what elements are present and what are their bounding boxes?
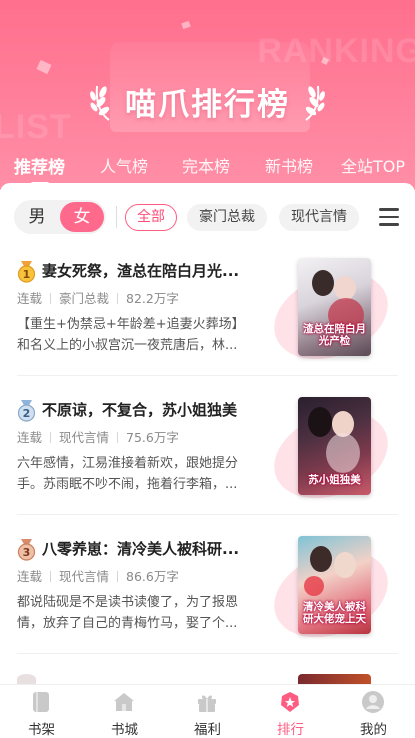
- book-list-item[interactable]: 1 妻女死祭，渣总在陪白月光... 连载 豪门总裁 82.2万字 【重生+伪禁忌+年…: [0, 256, 415, 398]
- book-word-count: 75.6万字: [126, 430, 179, 445]
- book-genre: 现代言情: [59, 569, 110, 584]
- cover-title: 渣总在陪白月光产检: [303, 323, 366, 347]
- laurel-left-icon: [90, 85, 110, 121]
- next-book-peek: [17, 674, 257, 684]
- nav-welfare[interactable]: 福利: [166, 685, 249, 738]
- book-title[interactable]: 不原谅，不复合，苏小姐独美: [42, 399, 257, 420]
- book-cover[interactable]: 清冷美人被科研大佬宠上天: [298, 536, 371, 634]
- book-description: 都说陆砚是不是读书读傻了，为了报恩情，放弃了自己的青梅竹马，娶了个...: [17, 595, 239, 631]
- ranking-tabs: 推荐榜 人气榜 完本榜 新书榜 全站TOP: [0, 150, 415, 180]
- cover-title: 苏小姐独美: [308, 474, 361, 486]
- nav-label: 书城: [111, 722, 138, 738]
- list-divider: [17, 514, 398, 515]
- gold-medal-icon: 1: [17, 261, 36, 283]
- tab-new-books[interactable]: 新书榜: [265, 153, 313, 177]
- tab-site-top[interactable]: 全站TOP: [341, 153, 405, 177]
- rank-number: 2: [23, 407, 31, 420]
- tab-popular[interactable]: 人气榜: [100, 153, 148, 177]
- nav-ranking[interactable]: 排行: [249, 685, 332, 738]
- book-list-item[interactable]: 3 八零养崽：清冷美人被科研... 连载 现代言情 86.6万字 都说陆砚是不是读书…: [0, 534, 415, 676]
- book-status: 连载: [17, 569, 43, 584]
- nav-bookstore[interactable]: 书城: [83, 685, 166, 738]
- book-word-count: 82.2万字: [126, 291, 179, 306]
- bookstore-home-icon: [114, 693, 134, 711]
- book-description: 【重生+伪禁忌+年龄差+追妻火葬场】和名义上的小叔宫沉一夜荒唐后，林...: [17, 317, 245, 353]
- book-status: 连载: [17, 291, 43, 306]
- page-title-area: 喵爪排行榜: [0, 78, 415, 124]
- nav-label: 书架: [28, 722, 55, 738]
- book-genre: 现代言情: [59, 430, 110, 445]
- rank-number: 3: [23, 546, 31, 559]
- book-cover[interactable]: 渣总在陪白月光产检: [298, 258, 371, 356]
- profile-icon: [362, 691, 384, 713]
- more-categories-menu-icon[interactable]: [379, 208, 399, 226]
- book-title[interactable]: 妻女死祭，渣总在陪白月光...: [42, 260, 257, 281]
- cover-title: 清冷美人被科研大佬宠上天: [303, 601, 366, 625]
- nav-label: 排行: [277, 722, 304, 738]
- category-chip-all[interactable]: 全部: [125, 204, 177, 231]
- book-title[interactable]: 八零养崽：清冷美人被科研...: [42, 538, 257, 559]
- book-status: 连载: [17, 430, 43, 445]
- book-meta: 连载 豪门总裁 82.2万字: [17, 288, 179, 307]
- book-list-item[interactable]: 2 不原谅，不复合，苏小姐独美 连载 现代言情 75.6万字 六年感情，江易淮接着新…: [0, 395, 415, 537]
- bookshelf-icon: [33, 692, 49, 712]
- book-description: 六年感情，江易淮接着新欢，跟她提分手。苏雨眠不吵不闹，拖着行李箱，...: [17, 456, 239, 492]
- book-genre: 豪门总裁: [59, 291, 110, 306]
- list-divider: [17, 375, 398, 376]
- category-chip-ceo-romance[interactable]: 豪门总裁: [187, 204, 267, 231]
- laurel-right-icon: [305, 85, 325, 121]
- book-word-count: 86.6万字: [126, 569, 179, 584]
- ranking-header: RANKING LIST 喵爪排行榜 推荐榜 人气榜 完本榜 新书榜 全站TOP: [0, 0, 415, 190]
- decorative-confetti: [181, 20, 191, 30]
- next-book-cover-peek: [298, 674, 371, 684]
- bottom-navigation: 书架 书城 福利 排行 我的: [0, 684, 415, 738]
- gender-male-button[interactable]: 男: [14, 200, 60, 234]
- ranking-icon: [281, 692, 299, 712]
- book-meta: 连载 现代言情 86.6万字: [17, 566, 179, 585]
- tab-completed[interactable]: 完本榜: [182, 153, 230, 177]
- decorative-confetti: [36, 59, 52, 75]
- nav-bookshelf[interactable]: 书架: [0, 685, 83, 738]
- gift-icon: [198, 695, 216, 712]
- filter-divider: [116, 206, 117, 228]
- book-cover[interactable]: 苏小姐独美: [298, 397, 371, 495]
- category-chip-modern-romance[interactable]: 现代言情: [279, 204, 359, 231]
- bronze-medal-icon: 3: [17, 539, 36, 561]
- filter-bar: 男 女 全部 豪门总裁 现代言情: [0, 200, 415, 234]
- gender-female-button[interactable]: 女: [60, 202, 104, 232]
- book-meta: 连载 现代言情 75.6万字: [17, 427, 179, 446]
- nav-label: 福利: [194, 722, 221, 738]
- gender-toggle: 男 女: [14, 200, 106, 234]
- silver-medal-icon: 2: [17, 400, 36, 422]
- nav-label: 我的: [360, 722, 387, 738]
- nav-profile[interactable]: 我的: [332, 685, 415, 738]
- page-title: 喵爪排行榜: [125, 86, 290, 123]
- tab-recommended[interactable]: 推荐榜: [14, 153, 65, 178]
- list-divider: [17, 653, 398, 654]
- rank-number: 1: [23, 268, 31, 281]
